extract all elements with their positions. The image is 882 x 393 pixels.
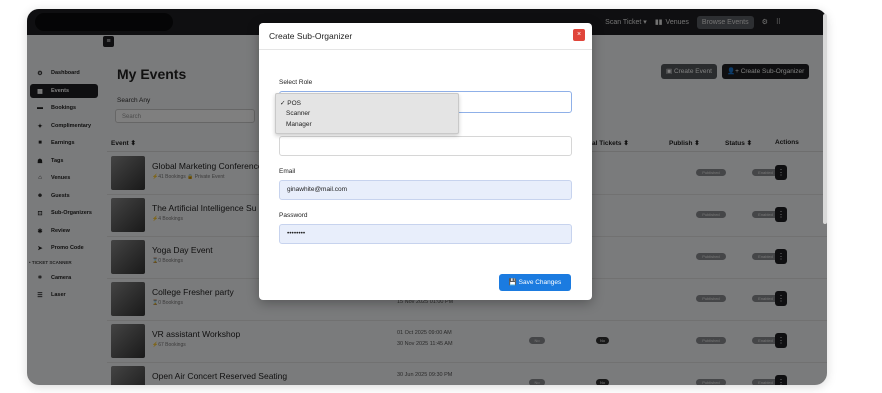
modal-title: Create Sub-Organizer [269,31,353,41]
role-option-pos[interactable]: ✓ POS [280,99,301,107]
close-icon[interactable]: × [573,29,585,41]
modal-header: Create Sub-Organizer × [259,23,592,50]
select-role-label: Select Role [279,79,313,86]
name-field[interactable] [279,136,572,156]
scrollbar[interactable] [823,14,827,224]
role-option-manager[interactable]: Manager [286,121,312,128]
save-changes-button[interactable]: 💾 Save Changes [499,274,571,291]
password-field[interactable]: •••••••• [279,224,572,244]
email-field[interactable]: ginawhite@mail.com [279,180,572,200]
role-dropdown-list: ✓ POS Scanner Manager [275,93,459,134]
password-label: Password [279,212,308,219]
email-label: Email [279,168,296,175]
role-option-scanner[interactable]: Scanner [286,110,310,117]
app-window: Scan Ticket ▾ ▮▮Venues Browse Events ⚙ ⠿… [27,9,827,385]
create-sub-organizer-modal: Create Sub-Organizer × Select Role ✓ POS… [259,23,592,300]
